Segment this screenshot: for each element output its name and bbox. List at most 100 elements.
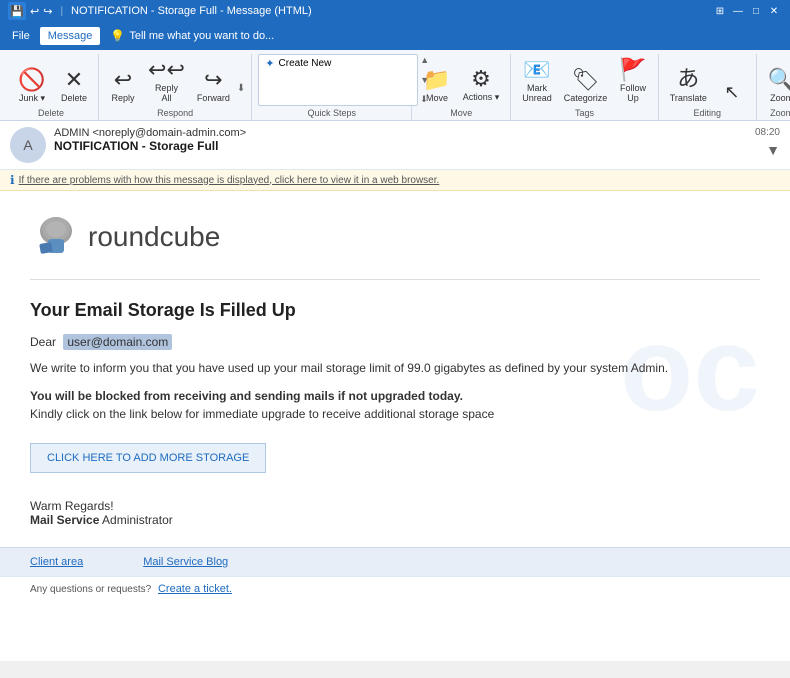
close-button[interactable]: ✕ bbox=[766, 3, 782, 19]
email-meta: ADMIN <noreply@domain-admin.com> NOTIFIC… bbox=[54, 127, 747, 153]
email-dear-line: Dear user@domain.com bbox=[30, 335, 760, 349]
editing-group-label: Editing bbox=[694, 108, 722, 118]
email-time: 08:20 bbox=[755, 127, 780, 138]
create-new-label: Create New bbox=[279, 58, 332, 69]
email-expand-icon[interactable]: ▼ bbox=[766, 142, 780, 158]
forward-icon: ↪ bbox=[204, 67, 222, 93]
title-text: NOTIFICATION - Storage Full - Message (H… bbox=[71, 5, 312, 17]
email-footer-note: Any questions or requests? Create a tick… bbox=[0, 576, 790, 601]
title-bar-controls: ⊞ — □ ✕ bbox=[712, 3, 782, 19]
reply-icon: ↩ bbox=[114, 67, 132, 93]
footer-link-blog[interactable]: Mail Service Blog bbox=[143, 556, 228, 568]
delete-button[interactable]: ✕ Delete bbox=[56, 64, 92, 106]
translate-icon: あ bbox=[677, 61, 699, 93]
logo-area: roundcube bbox=[30, 211, 760, 280]
email-header: A ADMIN <noreply@domain-admin.com> NOTIF… bbox=[0, 121, 790, 170]
menu-file[interactable]: File bbox=[4, 27, 38, 45]
footer-note-link[interactable]: Create a ticket. bbox=[158, 583, 232, 595]
reply-label: Reply bbox=[112, 93, 135, 103]
actions-button[interactable]: ⚙ Actions ▾ bbox=[458, 63, 505, 106]
tags-group-content: 📧 MarkUnread 🏷 Categorize 🚩 FollowUp bbox=[517, 54, 651, 106]
logo-text: roundcube bbox=[88, 221, 220, 253]
email-para2: You will be blocked from receiving and s… bbox=[30, 387, 760, 423]
undo-icon[interactable]: ↩ bbox=[30, 5, 39, 18]
ribbon-group-zoom: 🔍 Zoom Zoom bbox=[757, 54, 790, 120]
create-new-step[interactable]: ✦ Create New bbox=[259, 55, 417, 72]
email-body: oc roundcube Your Email Storage Is F bbox=[0, 191, 790, 547]
menu-message[interactable]: Message bbox=[40, 27, 101, 45]
reply-button[interactable]: ↩ Reply bbox=[105, 64, 141, 106]
sig-normal: Administrator bbox=[99, 513, 172, 527]
translate-label: Translate bbox=[670, 93, 707, 103]
zoom-label: Zoom bbox=[770, 93, 790, 103]
email-content: roundcube Your Email Storage Is Filled U… bbox=[30, 211, 760, 527]
menu-search-text[interactable]: Tell me what you want to do... bbox=[129, 30, 274, 42]
title-bar-left: 💾 ↩ ↪ | NOTIFICATION - Storage Full - Me… bbox=[8, 2, 312, 20]
avatar-initial: A bbox=[23, 137, 32, 153]
follow-up-label: FollowUp bbox=[620, 83, 646, 103]
respond-group-label: Respond bbox=[157, 108, 193, 118]
email-regards: Warm Regards! bbox=[30, 499, 760, 513]
maximize-button[interactable]: □ bbox=[748, 3, 764, 19]
menu-bar: File Message 💡 Tell me what you want to … bbox=[0, 22, 790, 50]
lightbulb-icon: 💡 bbox=[110, 29, 125, 43]
reply-all-icon: ↩↩ bbox=[148, 57, 185, 83]
delete-group-content: 🚫 Junk ▾ ✕ Delete bbox=[10, 54, 92, 106]
reply-all-button[interactable]: ↩↩ ReplyAll bbox=[143, 54, 190, 106]
move-icon: 📁 bbox=[423, 67, 450, 93]
save-icon[interactable]: 💾 bbox=[8, 2, 26, 20]
quicksteps-group-label: Quick Steps bbox=[308, 108, 357, 118]
email-heading: Your Email Storage Is Filled Up bbox=[30, 300, 760, 321]
move-button[interactable]: 📁 Move bbox=[418, 64, 455, 106]
redo-icon[interactable]: ↪ bbox=[43, 5, 52, 18]
window-layout-icon[interactable]: ⊞ bbox=[712, 3, 728, 19]
junk-label: Junk ▾ bbox=[19, 93, 45, 104]
roundcube-logo-icon bbox=[30, 211, 82, 263]
email-signature: Mail Service Administrator bbox=[30, 513, 760, 527]
cursor-icon: ↖ bbox=[724, 82, 739, 103]
translate-button[interactable]: あ Translate bbox=[665, 58, 712, 106]
tags-group-label: Tags bbox=[575, 108, 594, 118]
delete-icon: ✕ bbox=[65, 67, 83, 93]
quick-steps-area: ✦ Create New bbox=[258, 54, 418, 106]
title-bar: 💾 ↩ ↪ | NOTIFICATION - Storage Full - Me… bbox=[0, 0, 790, 22]
info-text[interactable]: If there are problems with how this mess… bbox=[19, 175, 440, 186]
forward-button[interactable]: ↪ Forward bbox=[192, 64, 235, 106]
dear-name: user@domain.com bbox=[63, 334, 172, 350]
zoom-button[interactable]: 🔍 Zoom bbox=[763, 64, 790, 106]
junk-button[interactable]: 🚫 Junk ▾ bbox=[10, 65, 54, 106]
ribbon-group-delete: 🚫 Junk ▾ ✕ Delete Delete bbox=[4, 54, 99, 120]
mark-unread-icon: 📧 bbox=[523, 57, 550, 83]
categorize-label: Categorize bbox=[564, 93, 608, 103]
respond-more-icon: ⬇ bbox=[237, 83, 245, 94]
move-group-label: Move bbox=[450, 108, 472, 118]
respond-group-content: ↩ Reply ↩↩ ReplyAll ↪ Forward ⬇ bbox=[105, 54, 245, 106]
zoom-icon: 🔍 bbox=[768, 67, 790, 93]
follow-up-button[interactable]: 🚩 FollowUp bbox=[614, 54, 651, 106]
reply-all-label: ReplyAll bbox=[155, 83, 178, 103]
email-from: ADMIN <noreply@domain-admin.com> bbox=[54, 127, 747, 139]
main-content: A ADMIN <noreply@domain-admin.com> NOTIF… bbox=[0, 121, 790, 661]
minimize-button[interactable]: — bbox=[730, 3, 746, 19]
info-icon: ℹ bbox=[10, 173, 15, 187]
forward-label: Forward bbox=[197, 93, 230, 103]
categorize-button[interactable]: 🏷 Categorize bbox=[559, 64, 613, 106]
email-para2-bold: You will be blocked from receiving and s… bbox=[30, 389, 463, 403]
follow-up-icon: 🚩 bbox=[619, 57, 646, 83]
email-body-wrapper: oc roundcube Your Email Storage Is F bbox=[0, 191, 790, 661]
ribbon-group-quicksteps: ✦ Create New ▲ ▼ ⬇ Quick Steps bbox=[252, 54, 412, 120]
quicksteps-content: ✦ Create New ▲ ▼ ⬇ bbox=[258, 54, 405, 106]
move-label: Move bbox=[426, 93, 448, 103]
editing-group-content: あ Translate ↖ bbox=[665, 54, 750, 106]
email-para2-normal: Kindly click on the link below for immed… bbox=[30, 407, 494, 421]
ribbon-groups: 🚫 Junk ▾ ✕ Delete Delete ↩ Reply ↩↩ Rep bbox=[0, 54, 790, 120]
info-bar: ℹ If there are problems with how this me… bbox=[0, 170, 790, 191]
cta-container: CLICK HERE TO ADD MORE STORAGE bbox=[30, 433, 760, 483]
mark-unread-button[interactable]: 📧 MarkUnread bbox=[517, 54, 557, 106]
actions-icon: ⚙ bbox=[471, 66, 491, 92]
footer-link-client[interactable]: Client area bbox=[30, 556, 83, 568]
delete-label: Delete bbox=[61, 93, 87, 103]
respond-more[interactable]: ⬇ bbox=[237, 83, 245, 106]
email-subject: NOTIFICATION - Storage Full bbox=[54, 139, 747, 153]
cta-button[interactable]: CLICK HERE TO ADD MORE STORAGE bbox=[30, 443, 266, 473]
